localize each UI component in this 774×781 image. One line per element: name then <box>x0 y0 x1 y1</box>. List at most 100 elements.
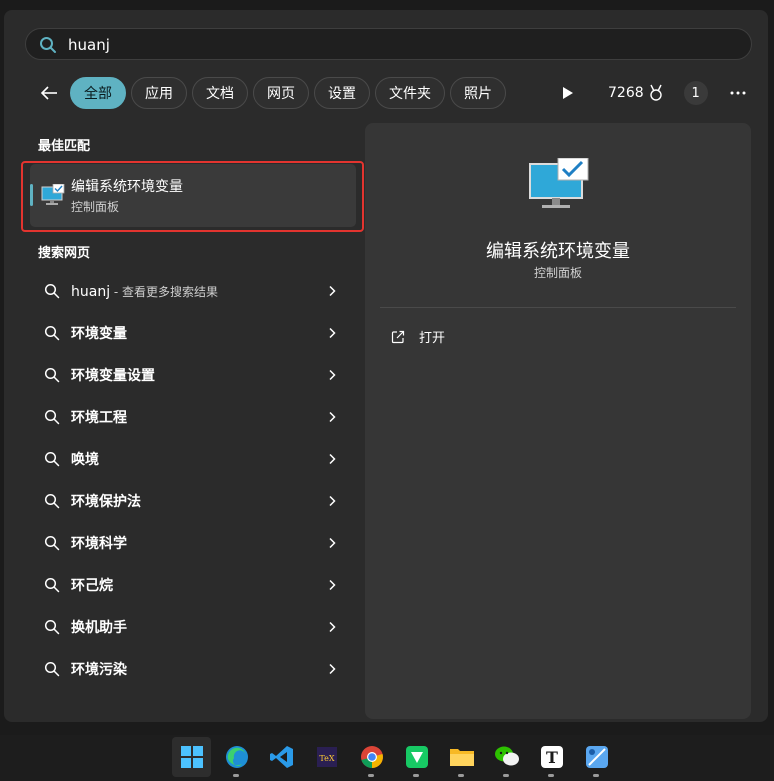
search-icon <box>44 409 60 425</box>
search-icon <box>44 283 60 299</box>
running-indicator <box>503 774 509 777</box>
running-indicator <box>368 774 374 777</box>
notification-badge[interactable]: 1 <box>683 81 708 105</box>
tab-all[interactable]: 全部 <box>70 77 126 109</box>
medal-icon <box>649 84 662 101</box>
chevron-right-icon <box>329 453 336 465</box>
texmaker-icon: TeX <box>316 747 337 767</box>
result-label: 环境变量设置 <box>71 368 155 384</box>
result-label: 换机助手 <box>71 620 127 636</box>
tab-apps[interactable]: 应用 <box>131 77 187 109</box>
list-item[interactable]: 环境工程 <box>30 396 356 438</box>
toolbox-icon <box>405 746 428 768</box>
running-indicator <box>233 774 239 777</box>
chrome-icon <box>360 746 383 768</box>
taskbar-wechat[interactable] <box>487 737 526 777</box>
play-button[interactable] <box>550 77 586 109</box>
tab-web[interactable]: 网页 <box>253 77 309 109</box>
ellipsis-icon <box>730 91 746 95</box>
more-options-button[interactable] <box>726 81 750 105</box>
filter-tabs: 全部 应用 文档 网页 设置 文件夹 照片 <box>70 77 506 109</box>
taskbar-typora[interactable]: T <box>532 737 571 777</box>
rewards-points[interactable]: 7268 <box>608 84 664 102</box>
list-item[interactable]: 唤境 <box>30 438 356 480</box>
taskbar-texmaker[interactable]: TeX <box>307 737 346 777</box>
open-external-icon <box>391 330 405 343</box>
start-icon <box>180 746 203 768</box>
chevron-right-icon <box>329 369 336 381</box>
wechat-icon <box>494 746 519 766</box>
chevron-right-icon <box>329 621 336 633</box>
tab-photos[interactable]: 照片 <box>450 77 506 109</box>
result-label: 环境变量 <box>71 326 127 342</box>
list-item[interactable]: 环境变量 <box>30 312 356 354</box>
search-icon <box>44 661 60 677</box>
chevron-right-icon <box>329 327 336 339</box>
edge-icon <box>225 746 248 768</box>
chevron-right-icon <box>329 579 336 591</box>
search-icon <box>44 535 60 551</box>
best-match-heading: 最佳匹配 <box>38 139 91 154</box>
open-label: 打开 <box>419 331 446 346</box>
search-icon <box>40 37 56 53</box>
open-action[interactable]: 打开 <box>391 327 445 346</box>
header-controls: 7268 1 <box>550 77 750 109</box>
search-icon <box>44 619 60 635</box>
file-explorer-icon <box>449 749 474 766</box>
running-indicator <box>593 774 599 777</box>
play-icon <box>563 87 573 99</box>
start-button[interactable] <box>172 737 211 777</box>
taskbar-snipping[interactable] <box>577 737 616 777</box>
list-item[interactable]: 环境保护法 <box>30 480 356 522</box>
result-label: 环己烷 <box>71 578 113 594</box>
result-suffix: - 查看更多搜索结果 <box>110 284 219 299</box>
chevron-right-icon <box>329 411 336 423</box>
preview-subtitle: 控制面板 <box>533 266 582 280</box>
result-label: huanj <box>71 283 111 300</box>
running-indicator <box>458 774 464 777</box>
tab-folders[interactable]: 文件夹 <box>375 77 445 109</box>
chevron-right-icon <box>329 537 336 549</box>
taskbar-vscode[interactable] <box>262 737 301 777</box>
search-icon <box>44 493 60 509</box>
list-item[interactable]: 环己烷 <box>30 564 356 606</box>
vscode-icon <box>269 746 293 768</box>
result-label: 环境科学 <box>71 536 127 552</box>
search-icon <box>44 325 60 341</box>
search-input[interactable] <box>68 33 728 57</box>
chevron-right-icon <box>329 495 336 507</box>
preview-pane: 编辑系统环境变量 控制面板 打开 <box>365 123 751 719</box>
search-bar[interactable] <box>25 28 752 60</box>
highlight-box <box>21 161 364 232</box>
list-item[interactable]: 环境科学 <box>30 522 356 564</box>
search-icon <box>44 451 60 467</box>
taskbar-toolbox[interactable] <box>397 737 436 777</box>
snipping-icon <box>585 746 608 768</box>
typora-icon: T <box>540 746 563 768</box>
list-item[interactable]: huanj - 查看更多搜索结果 <box>30 270 356 312</box>
points-value: 7268 <box>608 85 644 101</box>
svg-text:T: T <box>546 748 558 767</box>
web-search-heading: 搜索网页 <box>38 246 91 261</box>
tab-documents[interactable]: 文档 <box>192 77 248 109</box>
taskbar-file-explorer[interactable] <box>442 737 481 777</box>
web-results-list: huanj - 查看更多搜索结果 环境变量 环境变量设置 环境工程 唤境 环境保… <box>30 270 356 690</box>
chevron-right-icon <box>329 285 336 297</box>
preview-title: 编辑系统环境变量 <box>486 241 630 262</box>
running-indicator <box>548 774 554 777</box>
list-item[interactable]: 换机助手 <box>30 606 356 648</box>
result-label: 环境保护法 <box>71 494 141 510</box>
taskbar: TeX T <box>0 735 774 781</box>
chevron-right-icon <box>329 663 336 675</box>
system-properties-icon <box>529 158 589 208</box>
list-item[interactable]: 环境变量设置 <box>30 354 356 396</box>
back-arrow-icon[interactable] <box>38 82 60 104</box>
result-label: 环境工程 <box>71 410 127 426</box>
result-label: 环境污染 <box>71 662 127 678</box>
search-icon <box>44 577 60 593</box>
tab-settings[interactable]: 设置 <box>314 77 370 109</box>
taskbar-chrome[interactable] <box>352 737 391 777</box>
taskbar-edge[interactable] <box>217 737 256 777</box>
divider <box>380 307 736 308</box>
list-item[interactable]: 环境污染 <box>30 648 356 690</box>
